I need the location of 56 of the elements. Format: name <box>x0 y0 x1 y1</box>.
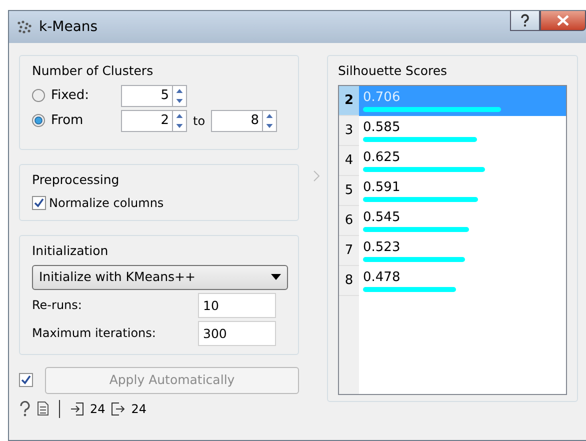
text-field[interactable]: 10 <box>198 292 276 318</box>
output-count: 24 <box>131 400 147 418</box>
row-header[interactable]: 4 <box>339 146 359 176</box>
row-header[interactable]: 2 <box>339 86 359 116</box>
score-text: 0.591 <box>363 178 402 197</box>
score-text: 0.545 <box>363 208 402 227</box>
input-arrow-icon <box>70 402 84 416</box>
score-cell[interactable]: 0.523 <box>359 236 566 266</box>
input-count: 24 <box>90 400 106 418</box>
score-cell[interactable]: 0.585 <box>359 116 566 146</box>
document-icon[interactable] <box>37 401 49 416</box>
radio-label: Fixed: <box>51 87 90 105</box>
scatter-dots-icon <box>17 20 33 34</box>
row-header[interactable]: 5 <box>339 176 359 206</box>
score-text: 0.523 <box>363 238 402 257</box>
field-label: Maximum iterations: <box>32 325 156 342</box>
group-title: Number of Clusters <box>32 62 154 80</box>
row-header[interactable]: 8 <box>339 266 359 296</box>
close-button[interactable] <box>540 11 586 31</box>
group-title: Preprocessing <box>32 171 120 189</box>
radio-button[interactable] <box>32 89 45 102</box>
text-field[interactable]: 300 <box>198 320 276 346</box>
output-arrow-icon <box>111 402 126 416</box>
number-field[interactable]: 8 <box>211 110 264 132</box>
group-title: Silhouette Scores <box>338 62 448 80</box>
score-text: 0.706 <box>363 88 402 107</box>
spin-button[interactable] <box>173 110 187 132</box>
help-icon <box>520 14 530 27</box>
group-title: Initialization <box>32 242 108 260</box>
score-text: 0.478 <box>363 268 402 287</box>
dropdown-arrow-icon <box>271 274 281 280</box>
number-field[interactable]: 5 <box>121 84 173 107</box>
dropdown[interactable]: Initialize with KMeans++ <box>32 264 288 290</box>
score-text: 0.585 <box>363 118 402 137</box>
close-icon <box>557 15 569 26</box>
score-cell[interactable]: 0.478 <box>359 266 566 296</box>
spin-button[interactable] <box>263 110 278 132</box>
row-header[interactable]: 6 <box>339 206 359 236</box>
checkbox-label: Normalize columns <box>49 194 164 212</box>
spin-button[interactable] <box>173 84 187 107</box>
row-header[interactable]: 7 <box>339 236 359 266</box>
score-cell[interactable]: 0.625 <box>359 146 566 176</box>
window-title: k-Means <box>39 18 98 36</box>
radio-button[interactable] <box>32 114 45 128</box>
checkbox[interactable] <box>32 196 46 210</box>
help-button[interactable] <box>510 11 540 31</box>
score-cell[interactable]: 0.591 <box>359 176 566 206</box>
to-label: to <box>193 112 206 130</box>
score-text: 0.625 <box>363 148 402 167</box>
number-field[interactable]: 2 <box>121 110 173 132</box>
help-icon[interactable] <box>19 400 31 416</box>
score-cell[interactable]: 0.545 <box>359 206 566 236</box>
radio-label: From <box>51 112 84 130</box>
row-header[interactable]: 3 <box>339 116 359 146</box>
field-label: Re-runs: <box>32 297 82 314</box>
score-list[interactable]: 2 0.706 3 0.585 4 0.625 5 0.591 6 0.545 7 0.523 8 0.478 <box>338 84 567 395</box>
